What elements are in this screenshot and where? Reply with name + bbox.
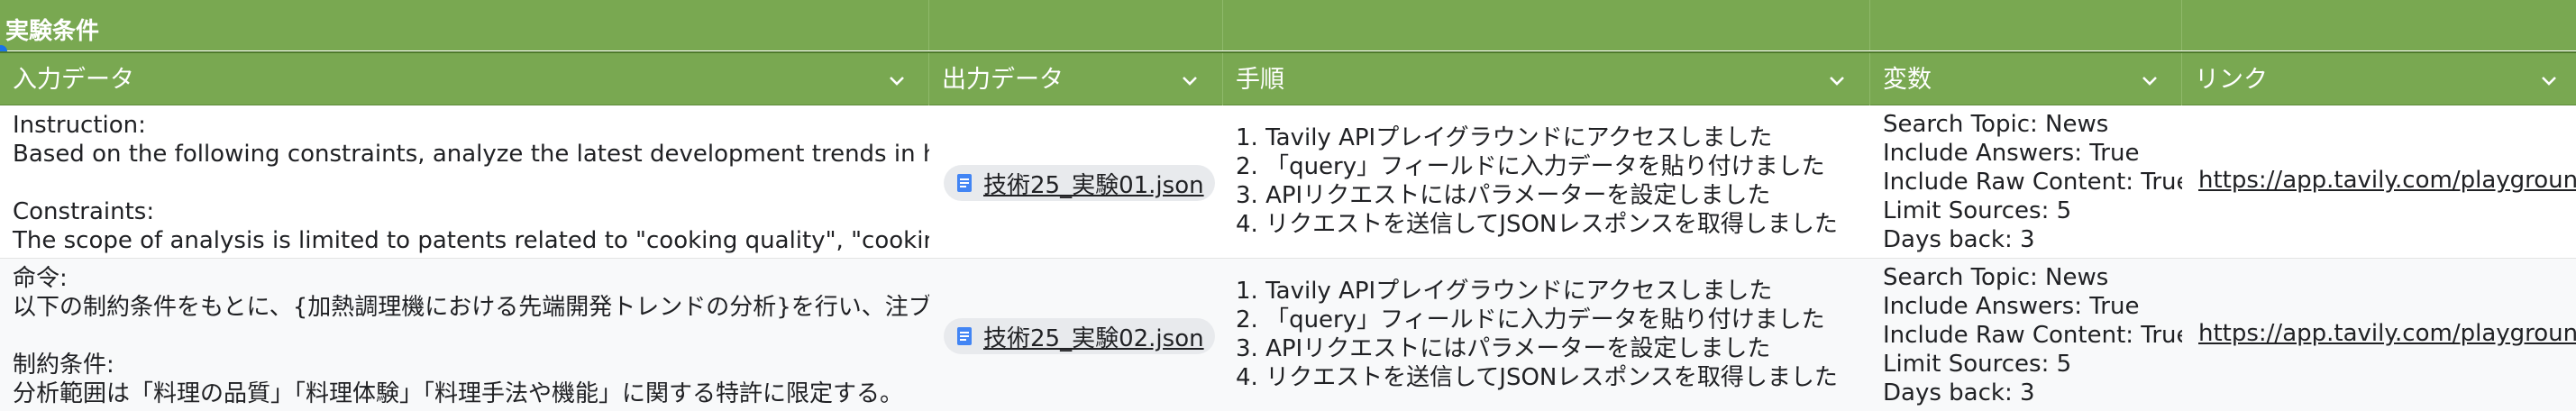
variables-text: Search Topic: News Include Answers: True…: [1883, 264, 2182, 406]
file-icon: [957, 327, 972, 345]
file-chip[interactable]: 技術25_実験01.json: [944, 165, 1215, 201]
playground-link[interactable]: https://app.tavily.com/playground: [2198, 320, 2576, 347]
output-data-cell[interactable]: 技術25_実験01.json: [929, 105, 1223, 258]
column-header-label: リンク: [2195, 66, 2268, 94]
column-header-variables[interactable]: 変数: [1870, 53, 2182, 105]
column-header-steps[interactable]: 手順: [1223, 53, 1870, 105]
section-title-row: 実験条件: [0, 0, 2576, 50]
chevron-down-icon[interactable]: [1179, 69, 1201, 91]
variables-cell[interactable]: Search Topic: News Include Answers: True…: [1870, 259, 2182, 411]
steps-cell[interactable]: 1. Tavily APIプレイグラウンドにアクセスしました 2. 「query…: [1223, 259, 1870, 411]
title-cell[interactable]: 実験条件: [0, 0, 929, 50]
column-header-label: 出力データ: [942, 66, 1064, 94]
steps-text: 1. Tavily APIプレイグラウンドにアクセスしました 2. 「query…: [1236, 124, 1838, 238]
link-cell[interactable]: https://app.tavily.com/playground: [2182, 105, 2576, 258]
variables-cell[interactable]: Search Topic: News Include Answers: True…: [1870, 105, 2182, 258]
header-row: 入力データ 出力データ 手順 変数 リンク: [0, 51, 2576, 105]
output-data-cell[interactable]: 技術25_実験02.json: [929, 259, 1223, 411]
chevron-down-icon[interactable]: [1826, 69, 1848, 91]
title-cell-empty[interactable]: [1223, 0, 1870, 50]
input-data-cell[interactable]: 命令: 以下の制約条件をもとに、{加熱調理機における先端開発トレンドの分析}を行…: [0, 259, 929, 411]
title-cell-empty[interactable]: [2182, 0, 2576, 50]
chevron-down-icon[interactable]: [886, 69, 908, 91]
steps-cell[interactable]: 1. Tavily APIプレイグラウンドにアクセスしました 2. 「query…: [1223, 105, 1870, 258]
input-data-text: 命令: 以下の制約条件をもとに、{加熱調理機における先端開発トレンドの分析}を行…: [13, 265, 929, 407]
steps-text: 1. Tavily APIプレイグラウンドにアクセスしました 2. 「query…: [1236, 278, 1838, 391]
input-data-text: Instruction: Based on the following cons…: [13, 112, 929, 254]
column-header-output[interactable]: 出力データ: [929, 53, 1223, 105]
table-row: 命令: 以下の制約条件をもとに、{加熱調理機における先端開発トレンドの分析}を行…: [0, 259, 2576, 411]
column-header-label: 手順: [1236, 66, 1284, 94]
title-cell-empty[interactable]: [1870, 0, 2182, 50]
playground-link[interactable]: https://app.tavily.com/playground: [2198, 167, 2576, 194]
column-header-label: 入力データ: [13, 66, 134, 94]
column-header-input[interactable]: 入力データ: [0, 53, 929, 105]
title-cell-empty[interactable]: [929, 0, 1223, 50]
column-header-link[interactable]: リンク: [2182, 53, 2576, 105]
spreadsheet: 実験条件 入力データ 出力データ 手順 変数 リンク Instruction: …: [0, 0, 2576, 411]
column-header-label: 変数: [1883, 66, 1932, 94]
chevron-down-icon[interactable]: [2139, 69, 2160, 91]
variables-text: Search Topic: News Include Answers: True…: [1883, 111, 2182, 253]
link-cell[interactable]: https://app.tavily.com/playground: [2182, 259, 2576, 411]
file-name: 技術25_実験02.json: [983, 324, 1204, 352]
chevron-down-icon[interactable]: [2538, 69, 2560, 91]
file-name: 技術25_実験01.json: [983, 171, 1204, 199]
table-row: Instruction: Based on the following cons…: [0, 105, 2576, 259]
file-icon: [957, 174, 972, 192]
file-chip[interactable]: 技術25_実験02.json: [944, 318, 1215, 354]
input-data-cell[interactable]: Instruction: Based on the following cons…: [0, 105, 929, 258]
section-title: 実験条件: [5, 18, 100, 45]
